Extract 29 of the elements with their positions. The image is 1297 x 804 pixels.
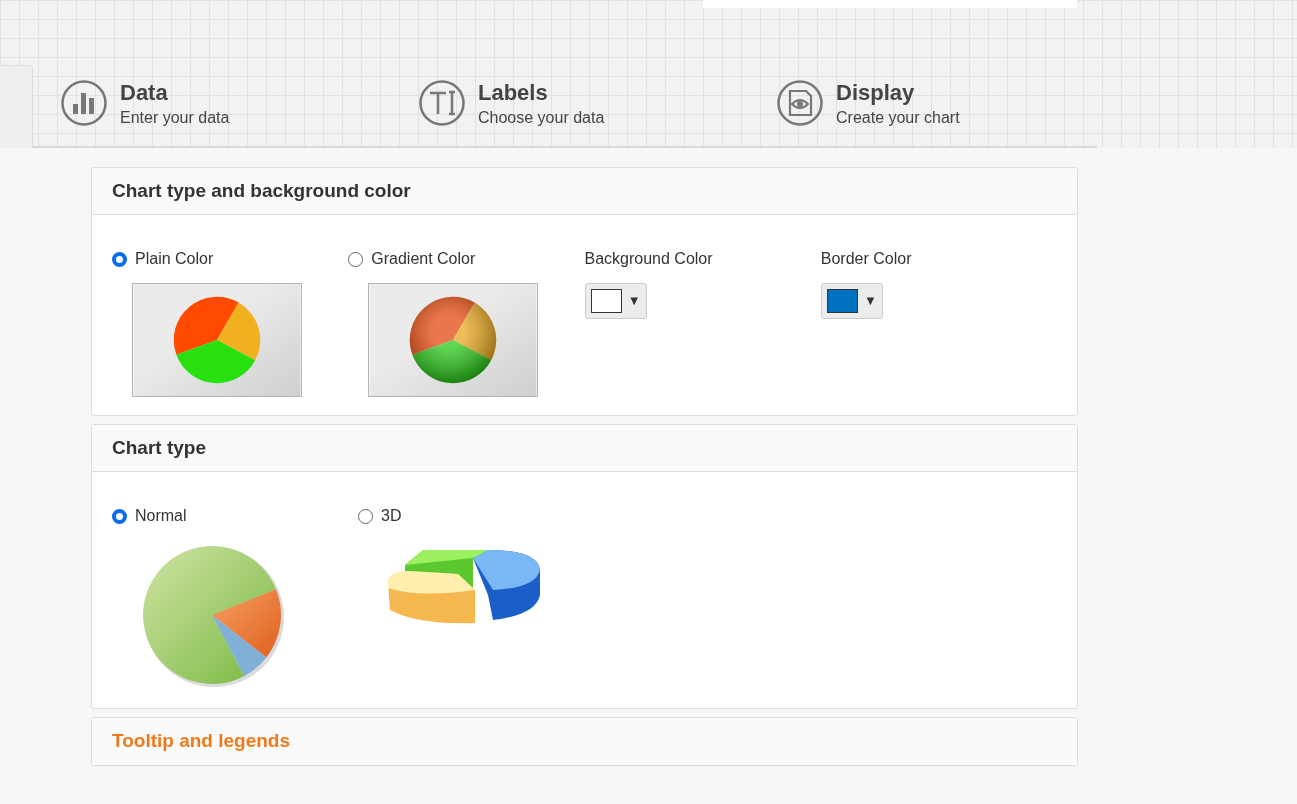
radio-button[interactable] <box>112 508 127 524</box>
option-label: Normal <box>135 506 187 526</box>
panel-header[interactable]: Chart type and background color <box>92 168 1077 215</box>
wizard-step[interactable]: Labels Choose your data <box>418 79 776 129</box>
field-label: Border Color <box>820 249 913 269</box>
eye-document-icon <box>776 79 824 127</box>
panel-title: Tooltip and legends <box>112 729 291 754</box>
option-label: Gradient Color <box>371 249 476 269</box>
option-label: Plain Color <box>135 249 214 269</box>
radio-button[interactable] <box>358 508 373 524</box>
step-subtitle: Enter your data <box>120 108 230 128</box>
option-label: 3D <box>381 506 402 526</box>
step-title: Labels <box>478 79 549 107</box>
step-subtitle: Choose your data <box>478 108 605 128</box>
panel-header[interactable]: Chart type <box>92 425 1077 472</box>
text-cursor-icon <box>418 79 466 127</box>
radio-button[interactable] <box>112 251 127 267</box>
radio-button[interactable] <box>348 251 364 267</box>
panel-title: Chart type <box>112 435 206 460</box>
panel-title: Chart type and background color <box>112 178 411 203</box>
wizard-step[interactable]: Data Enter your data <box>60 79 418 129</box>
step-title: Data <box>120 79 169 107</box>
field-label: Background Color <box>584 249 714 269</box>
bar-chart-icon <box>60 79 108 127</box>
step-title: Display <box>836 79 916 107</box>
wizard-step[interactable]: Display Create your chart <box>776 79 1076 129</box>
color-picker[interactable]: ▼ <box>584 283 647 319</box>
color-picker[interactable]: ▼ <box>820 283 883 319</box>
step-subtitle: Create your chart <box>836 108 960 128</box>
